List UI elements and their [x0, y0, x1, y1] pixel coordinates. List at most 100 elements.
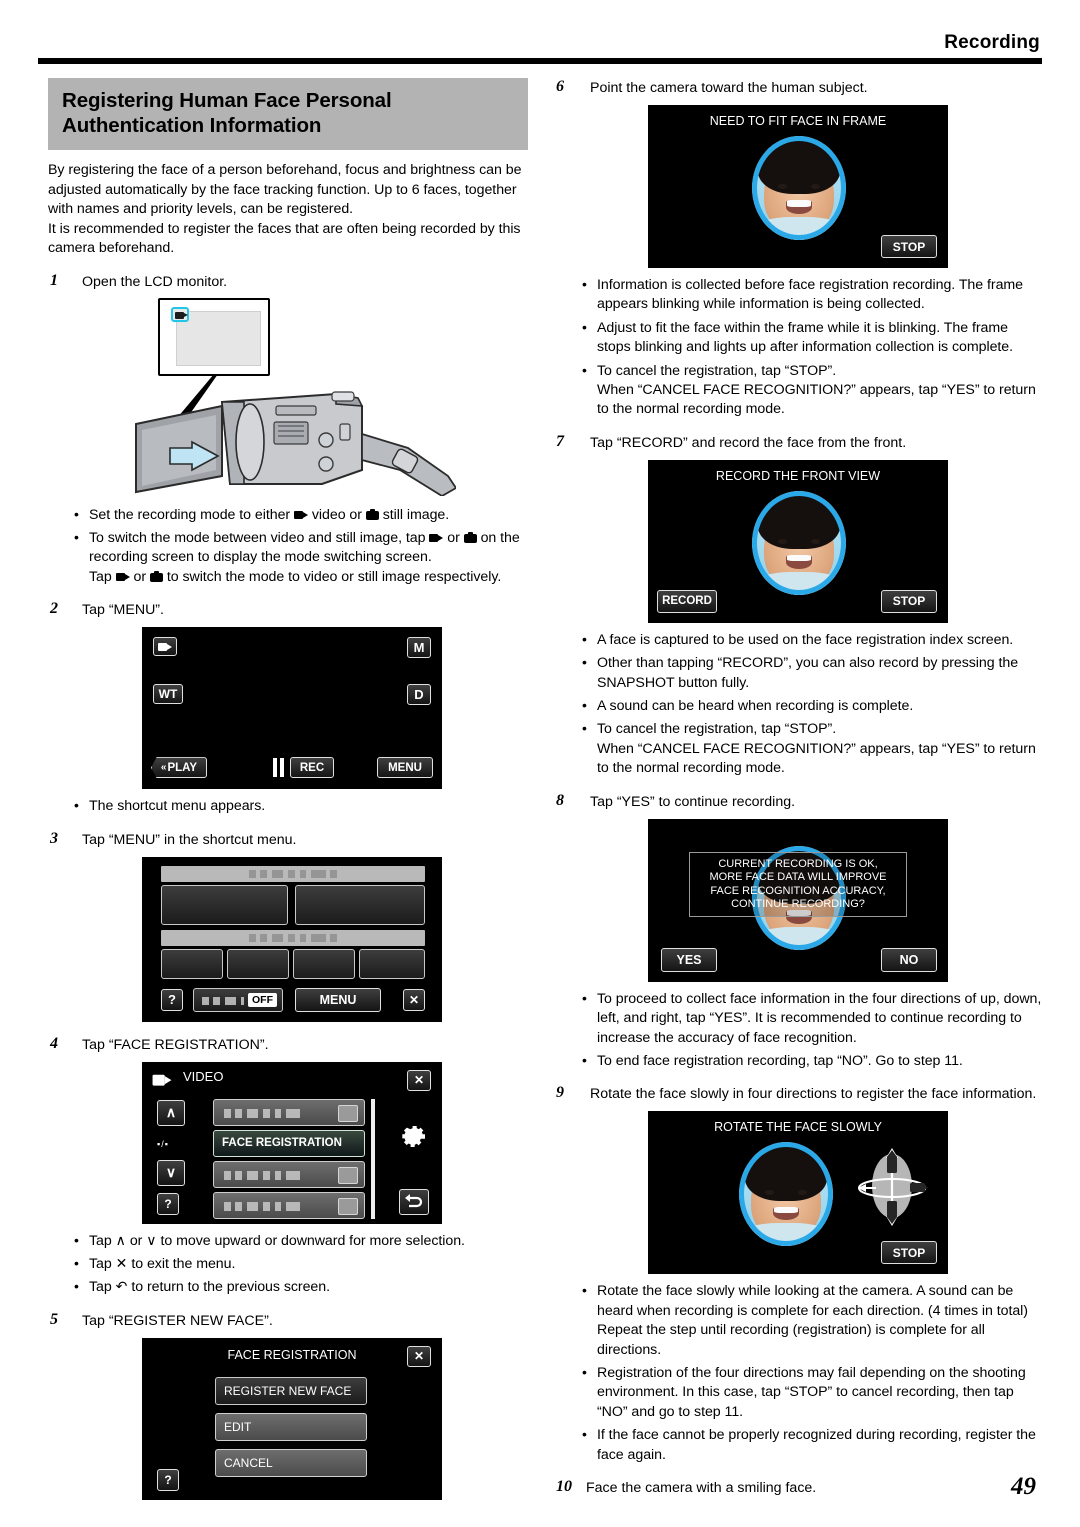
scroll-up-button[interactable]: ∧ — [157, 1099, 185, 1126]
still-image-icon — [463, 531, 477, 543]
gear-icon[interactable] — [399, 1121, 429, 1151]
bullets-after-step-2: The shortcut menu appears. — [74, 796, 536, 816]
screenshot-face-registration-wrap: FACE REGISTRATION ✕ REGISTER NEW FACE ED… — [48, 1331, 536, 1500]
bullet-registration-may-fail: Registration of the four directions may … — [582, 1363, 1044, 1422]
step-8-number: 8 — [556, 791, 564, 809]
bullet-recognize-again: If the face cannot be properly recognize… — [582, 1425, 1044, 1465]
bullet-four-directions: To proceed to collect face information i… — [582, 989, 1044, 1048]
screenshot-continue-dialog-wrap: CURRENT RECORDING IS OK, MORE FACE DATA … — [552, 812, 1044, 982]
record-button[interactable]: RECORD — [657, 589, 717, 613]
left-column: Registering Human Face Personal Authenti… — [48, 78, 536, 1500]
shortcut-tile-5[interactable] — [293, 948, 355, 979]
header-rule — [38, 58, 1042, 64]
bullets-after-step-4: Tap ∧ or ∨ to move upward or downward fo… — [74, 1231, 536, 1298]
help-button[interactable]: ? — [161, 988, 183, 1011]
stop-button[interactable]: STOP — [881, 235, 937, 258]
screenshot-need-fit-face: NEED TO FIT FACE IN FRAME STOP — [648, 105, 948, 268]
section-header: Recording — [944, 32, 1040, 53]
effect-off-toggle[interactable]: OFF — [193, 987, 283, 1012]
step-7-number: 7 — [556, 432, 564, 450]
rec-button[interactable]: REC — [290, 757, 334, 779]
shortcut-tile-2[interactable] — [295, 884, 425, 925]
menu-scrollbar[interactable] — [371, 1098, 375, 1219]
step-5-text: Tap “REGISTER NEW FACE”. — [82, 1312, 273, 1329]
video-menu-title: VIDEO — [183, 1068, 224, 1084]
step-9: 9 Rotate the face slowly in four directi… — [552, 1084, 1044, 1104]
step-7: 7 Tap “RECORD” and record the face from … — [552, 433, 1044, 453]
bullet-recording-mode: Set the recording mode to either video o… — [74, 504, 536, 525]
shortcut-tile-3[interactable] — [161, 948, 223, 979]
cancel-button[interactable]: CANCEL — [215, 1448, 367, 1477]
help-button[interactable]: ? — [157, 1468, 179, 1491]
scroll-down-button[interactable]: ∨ — [157, 1159, 185, 1186]
video-mode-icon — [171, 306, 189, 322]
screenshot-rec-standby: M WT D «PLAY REC MENU — [142, 627, 442, 790]
shortcut-tile-4[interactable] — [227, 948, 289, 979]
help-button[interactable]: ? — [157, 1192, 179, 1215]
register-new-face-button[interactable]: REGISTER NEW FACE — [215, 1376, 367, 1405]
bullet-rotate-slowly: Rotate the face slowly while looking at … — [582, 1281, 1044, 1360]
step-5-number: 5 — [50, 1310, 58, 1328]
video-camera-icon — [152, 1071, 172, 1089]
step-1-number: 1 — [50, 271, 58, 289]
bullet-scroll: Tap ∧ or ∨ to move upward or downward fo… — [74, 1231, 536, 1251]
step-6-text: Point the camera toward the human subjec… — [590, 80, 868, 96]
step-9-text: Rotate the face slowly in four direction… — [590, 1086, 1037, 1103]
page-number: 49 — [1011, 1473, 1036, 1500]
screenshot-rotate-face-wrap: ROTATE THE FACE SLOWLY STOP — [552, 1104, 1044, 1275]
bullets-after-step-7: A face is captured to be used on the fac… — [582, 630, 1044, 779]
date-display-button[interactable]: D — [407, 684, 431, 706]
bullets-after-step-1: Set the recording mode to either video o… — [74, 504, 536, 588]
page-title-line2: Authentication Information — [62, 114, 322, 137]
play-mode-button[interactable]: «PLAY — [151, 757, 207, 779]
screenshot-rotate-face: ROTATE THE FACE SLOWLY STOP — [648, 1111, 948, 1275]
video-icon — [293, 509, 308, 520]
face-preview — [739, 1142, 833, 1247]
screenshot-need-fit-wrap: NEED TO FIT FACE IN FRAME STOP — [552, 98, 1044, 268]
face-preview — [752, 136, 846, 240]
bullet-switch-mode: To switch the mode between video and sti… — [74, 528, 536, 587]
shortcut-menu-button[interactable]: MENU — [295, 987, 381, 1012]
video-mode-button[interactable] — [153, 637, 177, 657]
manual-mode-button[interactable]: M — [407, 637, 431, 659]
menu-item-1[interactable] — [213, 1098, 365, 1126]
yes-button[interactable]: YES — [661, 947, 717, 972]
stop-button[interactable]: STOP — [881, 589, 937, 613]
close-icon[interactable]: ✕ — [403, 988, 425, 1011]
camcorder-illustration — [126, 297, 458, 498]
menu-item-face-registration[interactable]: FACE REGISTRATION — [213, 1129, 365, 1157]
shortcut-tile-1[interactable] — [161, 884, 288, 925]
menu-item-3[interactable] — [213, 1160, 365, 1188]
step-2: 2 Tap “MENU”. — [48, 600, 536, 620]
bullet-snapshot-button: Other than tapping “RECORD”, you can als… — [582, 653, 1044, 693]
video-icon — [429, 532, 444, 543]
step-2-text: Tap “MENU”. — [82, 602, 164, 619]
step-8: 8 Tap “YES” to continue recording. — [552, 792, 1044, 812]
right-column: 6 Point the camera toward the human subj… — [552, 78, 1044, 1498]
step-4: 4 Tap “FACE REGISTRATION”. — [48, 1035, 536, 1055]
confirm-message: CURRENT RECORDING IS OK, MORE FACE DATA … — [689, 851, 907, 918]
step-10-text: Face the camera with a smiling face. — [586, 1479, 817, 1496]
shortcut-group-header-2 — [161, 929, 425, 946]
bullet-return-screen: Tap ↶ to return to the previous screen. — [74, 1277, 536, 1297]
face-registration-title: FACE REGISTRATION — [227, 1347, 357, 1362]
step-2-number: 2 — [50, 600, 58, 618]
menu-item-4[interactable] — [213, 1191, 365, 1219]
zoom-wt-button[interactable]: WT — [153, 684, 183, 705]
bullet-shortcut-appears: The shortcut menu appears. — [74, 796, 536, 816]
stop-button[interactable]: STOP — [881, 1241, 937, 1265]
step-6-number: 6 — [556, 78, 564, 95]
bullet-sound-complete: A sound can be heard when recording is c… — [582, 696, 1044, 716]
menu-button[interactable]: MENU — [377, 757, 433, 779]
close-icon[interactable]: ✕ — [407, 1345, 431, 1367]
edit-button[interactable]: EDIT — [215, 1412, 367, 1441]
close-icon[interactable]: ✕ — [407, 1069, 431, 1091]
step-7-text: Tap “RECORD” and record the face from th… — [590, 434, 907, 451]
bullets-after-step-8: To proceed to collect face information i… — [582, 989, 1044, 1072]
back-arrow-icon[interactable] — [399, 1188, 429, 1215]
no-button[interactable]: NO — [881, 947, 937, 972]
screenshot-video-menu-wrap: VIDEO ✕ ∧ ▪/▪ ∨ ? FACE REGISTRATION — [48, 1055, 536, 1224]
step-4-number: 4 — [50, 1034, 58, 1052]
video-camera-icon — [158, 641, 172, 652]
shortcut-tile-6[interactable] — [359, 948, 425, 979]
